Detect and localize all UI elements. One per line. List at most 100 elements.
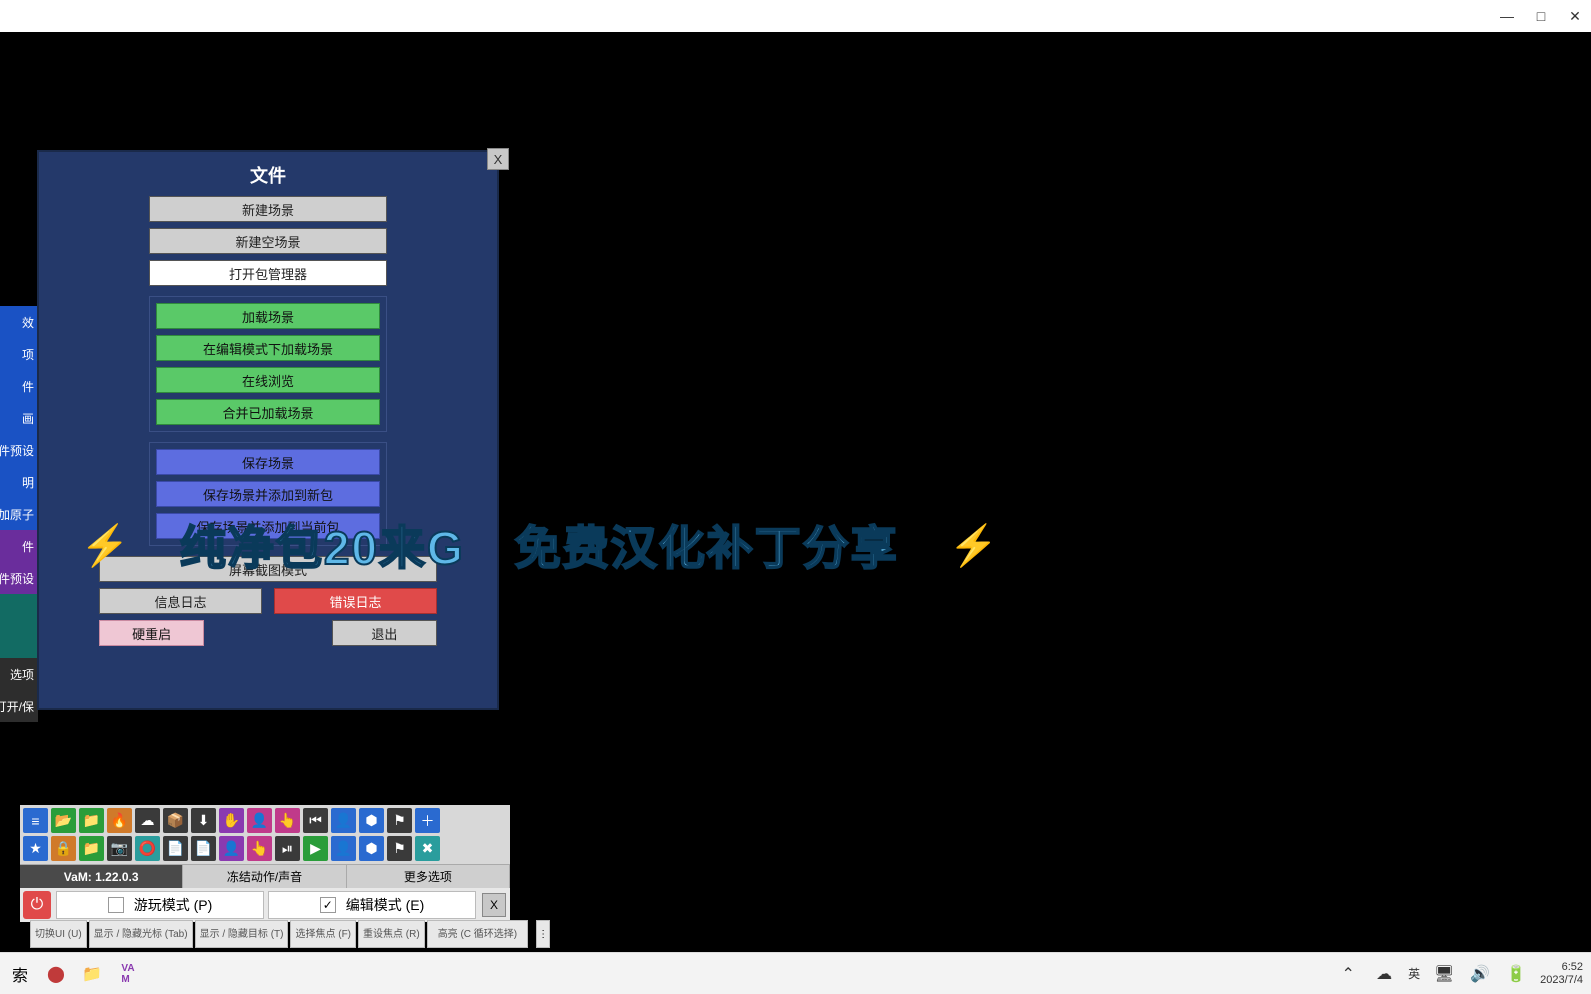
maximize-button[interactable]: □ <box>1533 8 1549 24</box>
freeze-button[interactable]: 冻结动作/声音 <box>183 865 346 888</box>
toolbar-icon-2-14[interactable]: ✖ <box>415 836 440 861</box>
minimize-button[interactable]: — <box>1499 8 1515 24</box>
shortcut-tab-2[interactable]: 显示 / 隐藏目标 (T) <box>195 920 289 948</box>
side-tabs: 效项件画件预设明加原子件件预设选项(打开/保 <box>0 306 38 722</box>
tray-icon-2[interactable]: ☁ <box>1372 962 1396 986</box>
side-tab-3[interactable]: 画 <box>0 402 38 434</box>
toolbar-icon-1-11[interactable]: 👤 <box>331 808 356 833</box>
toolbar-icon-2-7[interactable]: 👤 <box>219 836 244 861</box>
toolbar-icon-2-11[interactable]: 👤 <box>331 836 356 861</box>
play-mode-checkbox[interactable] <box>108 897 124 913</box>
save-scene-newpkg-button[interactable]: 保存场景并添加到新包 <box>156 481 380 507</box>
side-tab-11[interactable]: 选项 <box>0 658 38 690</box>
toolbar-dock: ≡📂📁🔥☁📦⬇✋👤👆⏮👤⬢⚑＋ ★🔒📁📷⭕📄📄👤👆⏯▶👤⬢⚑✖ VaM: 1.2… <box>20 805 510 922</box>
save-scene-button[interactable]: 保存场景 <box>156 449 380 475</box>
banner-text-right: 免费汉化补丁分享 <box>515 512 899 578</box>
edit-mode-checkbox[interactable]: ✓ <box>320 897 336 913</box>
open-package-manager-button[interactable]: 打开包管理器 <box>149 260 387 286</box>
side-tab-10[interactable] <box>0 626 38 658</box>
toolbar-icon-2-12[interactable]: ⬢ <box>359 836 384 861</box>
shortcut-tabs: 切换UI (U)显示 / 隐藏光标 (Tab)显示 / 隐藏目标 (T)选择焦点… <box>30 920 550 948</box>
toolbar-icon-1-0[interactable]: ≡ <box>23 808 48 833</box>
close-window-button[interactable]: ✕ <box>1567 8 1583 24</box>
shortcut-more-icon[interactable]: ⋮ <box>536 920 550 948</box>
side-tab-1[interactable]: 项 <box>0 338 38 370</box>
load-scene-button[interactable]: 加载场景 <box>156 303 380 329</box>
new-scene-button[interactable]: 新建场景 <box>149 196 387 222</box>
shortcut-tab-5[interactable]: 高亮 (C 循环选择) <box>427 920 528 948</box>
toolbar-icon-2-4[interactable]: ⭕ <box>135 836 160 861</box>
title-bar: — □ ✕ <box>0 0 1591 32</box>
shortcut-tab-0[interactable]: 切换UI (U) <box>30 920 87 948</box>
viewport[interactable]: 效项件画件预设明加原子件件预设选项(打开/保 X 文件 新建场景 新建空场景 打… <box>0 32 1591 952</box>
tray-icon-1[interactable]: ⌃ <box>1336 962 1360 986</box>
toolbar-icon-2-8[interactable]: 👆 <box>247 836 272 861</box>
toolbar-icon-1-3[interactable]: 🔥 <box>107 808 132 833</box>
error-log-button[interactable]: 错误日志 <box>274 588 437 614</box>
toolbar-icon-1-6[interactable]: ⬇ <box>191 808 216 833</box>
toolbar-icon-2-0[interactable]: ★ <box>23 836 48 861</box>
network-icon[interactable]: 🖥 <box>1432 962 1456 986</box>
search-icon[interactable]: 索 <box>8 962 32 986</box>
toolbar-icon-2-1[interactable]: 🔒 <box>51 836 76 861</box>
side-tab-5[interactable]: 明 <box>0 466 38 498</box>
clock[interactable]: 6:52 2023/7/4 <box>1540 961 1583 985</box>
side-tab-12[interactable]: (打开/保 <box>0 690 38 722</box>
side-tab-9[interactable] <box>0 594 38 626</box>
online-browse-button[interactable]: 在线浏览 <box>156 367 380 393</box>
toolbar-icon-1-10[interactable]: ⏮ <box>303 808 328 833</box>
shortcut-tab-3[interactable]: 选择焦点 (F) <box>290 920 356 948</box>
battery-icon[interactable]: 🔋 <box>1504 962 1528 986</box>
task-app-icon[interactable]: VAM <box>116 962 140 986</box>
side-tab-4[interactable]: 件预设 <box>0 434 38 466</box>
file-panel-close-button[interactable]: X <box>487 148 509 170</box>
toolbar-icon-1-13[interactable]: ⚑ <box>387 808 412 833</box>
toolbar-icon-1-14[interactable]: ＋ <box>415 808 440 833</box>
toolbar-icon-1-12[interactable]: ⬢ <box>359 808 384 833</box>
ime-indicator[interactable]: 英 <box>1408 965 1420 982</box>
toolbar-icon-2-2[interactable]: 📁 <box>79 836 104 861</box>
toolbar-icon-1-2[interactable]: 📁 <box>79 808 104 833</box>
play-mode-toggle[interactable]: 游玩模式 (P) <box>56 891 264 919</box>
save-scene-curpkg-button[interactable]: 保存场景并添加到当前包 <box>156 513 380 539</box>
edit-mode-label: 编辑模式 (E) <box>346 895 425 915</box>
toolbar-icon-2-10[interactable]: ▶ <box>303 836 328 861</box>
toolbar-icon-1-9[interactable]: 👆 <box>275 808 300 833</box>
toolbar-icon-2-5[interactable]: 📄 <box>163 836 188 861</box>
merge-loaded-button[interactable]: 合并已加载场景 <box>156 399 380 425</box>
more-options-button[interactable]: 更多选项 <box>347 865 510 888</box>
spark-icon: ⚡ <box>949 522 999 569</box>
shortcut-tab-4[interactable]: 重设焦点 (R) <box>358 920 425 948</box>
hard-reset-button[interactable]: 硬重启 <box>99 620 204 646</box>
load-group: 加载场景 在编辑模式下加载场景 在线浏览 合并已加载场景 <box>149 296 387 432</box>
toolbar-icon-1-7[interactable]: ✋ <box>219 808 244 833</box>
side-tab-8[interactable]: 件预设 <box>0 562 38 594</box>
save-group: 保存场景 保存场景并添加到新包 保存场景并添加到当前包 <box>149 442 387 546</box>
exit-button[interactable]: 退出 <box>332 620 437 646</box>
load-scene-edit-button[interactable]: 在编辑模式下加载场景 <box>156 335 380 361</box>
toolbar-icon-2-13[interactable]: ⚑ <box>387 836 412 861</box>
edit-mode-toggle[interactable]: ✓ 编辑模式 (E) <box>268 891 476 919</box>
shortcut-tab-1[interactable]: 显示 / 隐藏光标 (Tab) <box>89 920 193 948</box>
power-button[interactable]: ⏻ <box>23 891 51 919</box>
toolbar-icon-2-9[interactable]: ⏯ <box>275 836 300 861</box>
toolbar-icon-1-8[interactable]: 👤 <box>247 808 272 833</box>
task-record-icon[interactable]: ⬤ <box>44 962 68 986</box>
dock-close-button[interactable]: X <box>482 893 506 917</box>
new-empty-scene-button[interactable]: 新建空场景 <box>149 228 387 254</box>
taskbar: 索 ⬤ 📁 VAM ⌃ ☁ 英 🖥 🔊 🔋 6:52 2023/7/4 <box>0 952 1591 994</box>
toolbar-icon-1-1[interactable]: 📂 <box>51 808 76 833</box>
version-label: VaM: 1.22.0.3 <box>20 865 183 888</box>
side-tab-6[interactable]: 加原子 <box>0 498 38 530</box>
toolbar-icon-1-4[interactable]: ☁ <box>135 808 160 833</box>
toolbar-icon-1-5[interactable]: 📦 <box>163 808 188 833</box>
screenshot-mode-button[interactable]: 屏幕截图模式 <box>99 556 437 582</box>
info-log-button[interactable]: 信息日志 <box>99 588 262 614</box>
side-tab-7[interactable]: 件 <box>0 530 38 562</box>
volume-icon[interactable]: 🔊 <box>1468 962 1492 986</box>
task-explorer-icon[interactable]: 📁 <box>80 962 104 986</box>
toolbar-icon-2-3[interactable]: 📷 <box>107 836 132 861</box>
toolbar-icon-2-6[interactable]: 📄 <box>191 836 216 861</box>
side-tab-2[interactable]: 件 <box>0 370 38 402</box>
side-tab-0[interactable]: 效 <box>0 306 38 338</box>
